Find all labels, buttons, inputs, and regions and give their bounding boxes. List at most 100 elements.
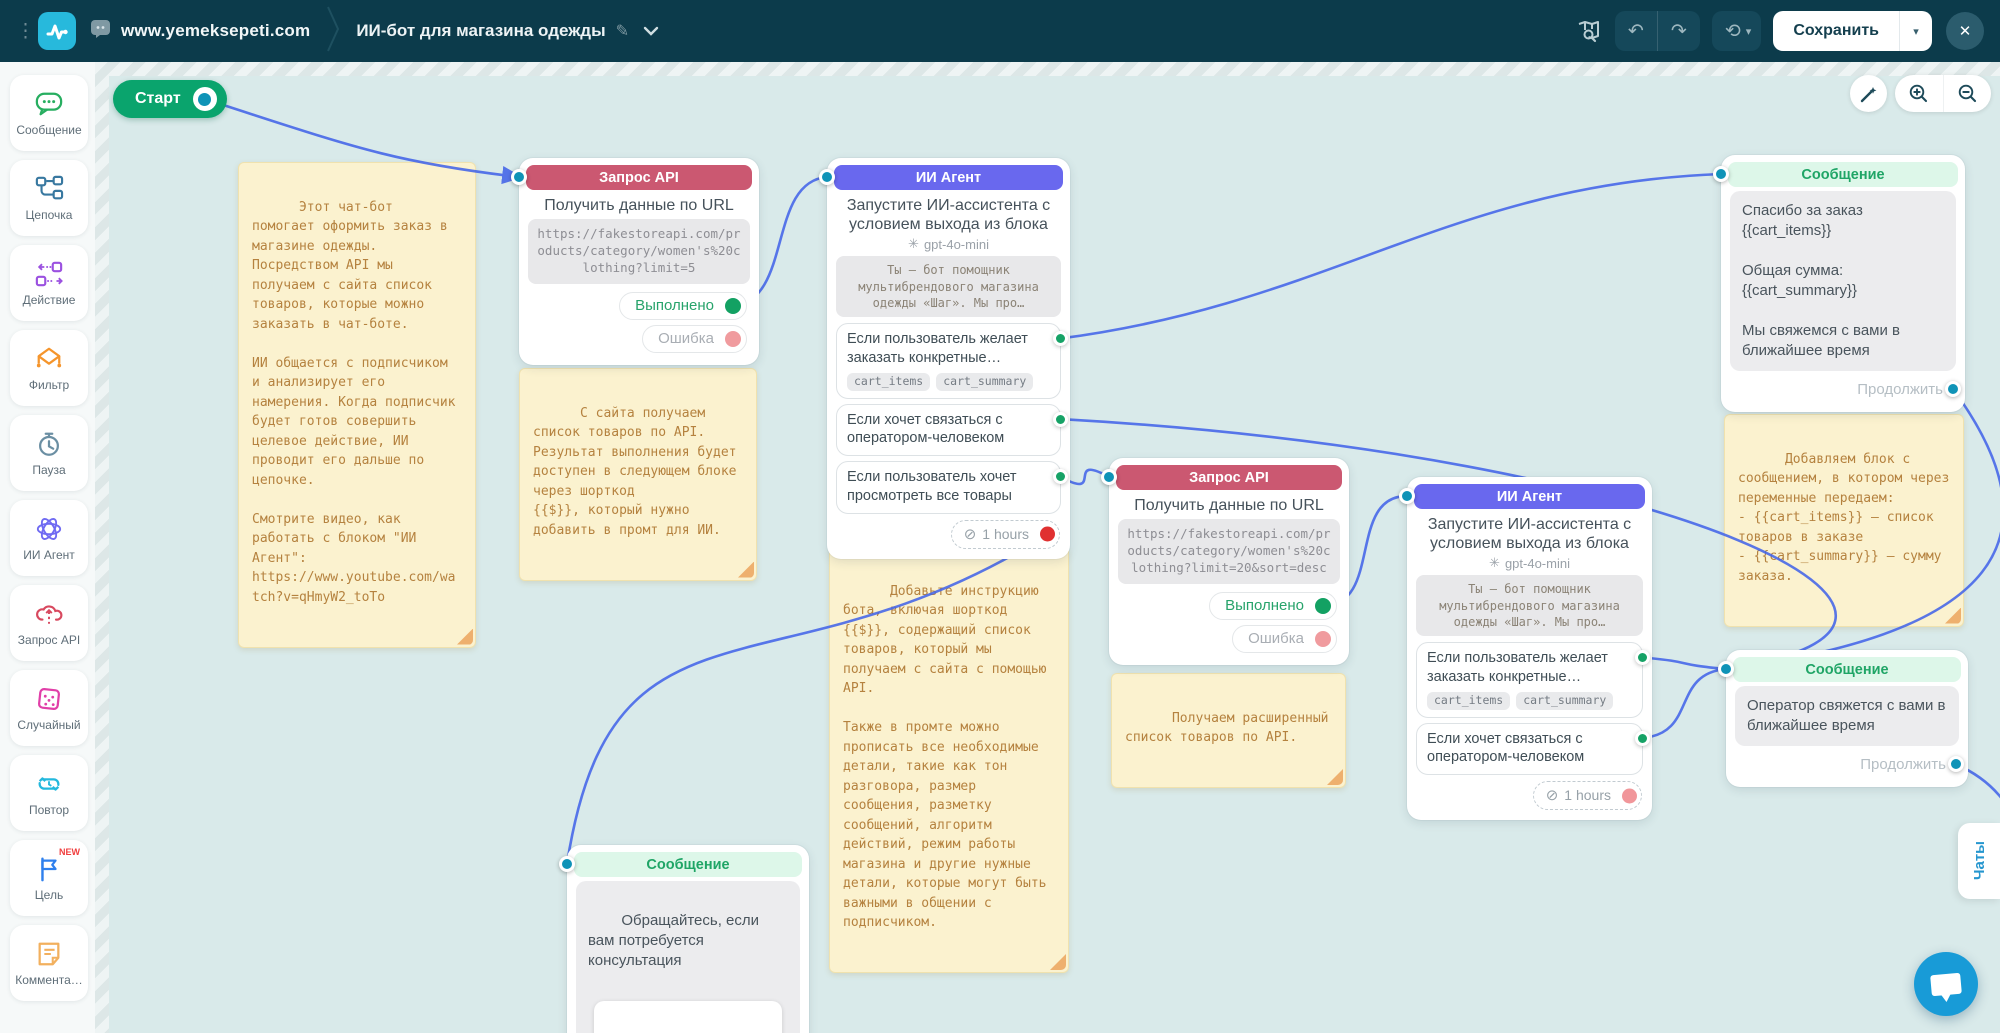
ai-agent-node-2[interactable]: ИИ Агент Запустите ИИ-ассистента с услов… — [1399, 477, 1652, 821]
quick-reply-label: Задать вопрос — [664, 1030, 738, 1033]
condition-port[interactable] — [1053, 469, 1068, 485]
condition-port[interactable] — [1053, 330, 1068, 346]
input-port[interactable] — [819, 169, 835, 185]
message-body: Обращайтесь, если вам потребуется консул… — [588, 911, 764, 969]
note-intro[interactable]: Этот чат-бот помогает оформить заказ в м… — [238, 162, 476, 648]
timeout-row[interactable]: ⊘ 1 hours — [950, 519, 1060, 549]
filter-icon — [36, 347, 62, 367]
title-dropdown-icon[interactable] — [643, 26, 659, 36]
topbar: ⋮ www.yemeksepeti.com ИИ-бот для магазин… — [0, 0, 2000, 62]
condition-port[interactable] — [1635, 730, 1650, 746]
sidebar-item-message[interactable]: Сообщение — [10, 75, 88, 151]
breadcrumb-site: www.yemeksepeti.com — [121, 21, 311, 40]
app-logo[interactable] — [38, 12, 76, 50]
support-chat-button[interactable] — [1914, 952, 1978, 1016]
condition-row[interactable]: Если хочет связаться с оператором-челове… — [836, 403, 1068, 457]
undo-icon: ↶ — [1627, 20, 1644, 42]
message-node-consult[interactable]: Сообщение Обращайтесь, если вам потребуе… — [559, 845, 809, 1033]
note-message-vars[interactable]: Добавляем блок с сообщением, в котором ч… — [1724, 414, 1964, 627]
success-port[interactable] — [1315, 597, 1331, 614]
zoom-in-button[interactable] — [1895, 75, 1944, 112]
flow-builder-app: ⋮ www.yemeksepeti.com ИИ-бот для магазин… — [0, 0, 2000, 1033]
timeout-port[interactable] — [1040, 526, 1055, 542]
canvas-top-margin — [95, 62, 2000, 76]
pause-icon — [39, 432, 59, 456]
node-header: Сообщение — [559, 852, 802, 877]
api-request-node-1[interactable]: Запрос API Получить данные по URL https:… — [511, 158, 759, 365]
success-port[interactable] — [725, 297, 741, 314]
condition-port[interactable] — [1053, 411, 1068, 427]
continue-port[interactable] — [1948, 756, 1964, 773]
error-port[interactable] — [725, 330, 741, 347]
edit-title-icon[interactable]: ✎ — [616, 21, 629, 41]
kebab-menu-icon[interactable]: ⋮ — [16, 20, 35, 43]
sidebar-item-goal[interactable]: NEW Цель — [10, 840, 88, 916]
note-prompt-tips[interactable]: Добавьте инструкцию бота, включая шортко… — [829, 546, 1069, 973]
sidebar-item-random[interactable]: Случайный — [10, 670, 88, 746]
note-text: Этот чат-бот помогает оформить заказ в м… — [252, 199, 456, 605]
save-button[interactable]: Сохранить — [1773, 22, 1899, 40]
api-request-node-2[interactable]: Запрос API Получить данные по URL https:… — [1101, 458, 1349, 665]
timeout-row[interactable]: ⊘ 1 hours — [1532, 781, 1642, 811]
input-port[interactable] — [1399, 488, 1415, 504]
input-port[interactable] — [1718, 661, 1734, 677]
error-row: Ошибка — [1232, 624, 1337, 653]
chats-tab[interactable]: Чаты — [1958, 823, 2000, 899]
sidebar-item-action[interactable]: Действие — [10, 245, 88, 321]
zoom-out-button[interactable] — [1944, 75, 1992, 112]
start-node[interactable]: Старт — [113, 80, 227, 118]
model-name: gpt-4o-mini — [923, 236, 989, 252]
sidebar-item-filter[interactable]: Фильтр — [10, 330, 88, 406]
node-header: Запрос API — [511, 165, 752, 190]
repeat-icon — [38, 776, 60, 791]
ai-agent-icon — [36, 517, 62, 540]
sidebar-item-ai-agent[interactable]: ИИ Агент — [10, 500, 88, 576]
sidebar-item-chain[interactable]: Цепочка — [10, 160, 88, 236]
message-node-operator[interactable]: Сообщение Оператор свяжется с вами в бли… — [1718, 650, 1968, 787]
message-icon — [35, 92, 63, 115]
condition-label: Если хочет связаться с оператором-челове… — [1427, 730, 1585, 766]
error-port[interactable] — [1315, 630, 1331, 647]
openai-icon: ✳ — [908, 236, 919, 252]
prompt-preview: Ты — бот помощник мультибрендового магаз… — [1416, 575, 1643, 636]
condition-row[interactable]: Если хочет связаться с оператором-челове… — [1416, 722, 1650, 776]
zoom-in-icon — [1909, 84, 1928, 103]
note-text: С сайта получаем список товаров по API. … — [533, 405, 737, 538]
api-request-icon — [36, 604, 63, 624]
history-caret-icon[interactable]: ▾ — [1746, 25, 1762, 38]
sidebar-item-comment[interactable]: Коммента… — [10, 925, 88, 1001]
sidebar-item-api-request[interactable]: Запрос API — [10, 585, 88, 661]
condition-port[interactable] — [1635, 649, 1650, 665]
sidebar-item-pause[interactable]: Пауза — [10, 415, 88, 491]
continue-port[interactable] — [1945, 381, 1961, 397]
auto-arrange-button[interactable] — [1850, 75, 1887, 112]
continue-label: Продолжить — [1860, 755, 1946, 773]
undo-button[interactable]: ↶ — [1615, 11, 1657, 51]
condition-row[interactable]: Если пользователь хочет просмотреть все … — [836, 461, 1068, 514]
note-api-result[interactable]: С сайта получаем список товаров по API. … — [519, 368, 757, 581]
condition-row[interactable]: Если пользователь желает заказать конкре… — [1416, 641, 1650, 718]
sidebar-item-repeat[interactable]: Повтор — [10, 755, 88, 831]
breadcrumb-separator — [326, 5, 340, 58]
continue-row: Продолжить — [1742, 752, 1964, 777]
minimap-icon[interactable] — [1576, 19, 1601, 43]
input-port[interactable] — [1713, 166, 1729, 182]
ai-agent-node-1[interactable]: ИИ Агент Запустите ИИ-ассистента с услов… — [819, 158, 1070, 559]
timeout-port[interactable] — [1622, 788, 1637, 804]
redo-button[interactable]: ↷ — [1658, 11, 1700, 51]
save-caret-icon[interactable]: ▾ — [1900, 25, 1932, 38]
random-icon — [37, 687, 61, 710]
node-header-label: Сообщение — [1805, 661, 1889, 678]
input-port[interactable] — [511, 169, 527, 185]
condition-row[interactable]: Если пользователь желает заказать конкре… — [836, 322, 1068, 399]
flow-canvas[interactable]: Старт Этот чат-бот помогает оформить зак… — [95, 62, 2000, 1033]
note-extended-list[interactable]: Получаем расширенный список товаров по A… — [1111, 673, 1346, 788]
message-node-thanks[interactable]: Сообщение Спасибо за заказ {{cart_items}… — [1713, 155, 1965, 412]
input-port[interactable] — [559, 856, 575, 872]
redo-icon: ↷ — [1670, 20, 1687, 42]
input-port[interactable] — [1101, 469, 1117, 485]
quick-reply-button[interactable]: Задать вопрос — [594, 1000, 782, 1033]
start-output-port[interactable] — [192, 87, 217, 111]
close-button[interactable]: ✕ — [1946, 12, 1984, 50]
openai-icon: ✳ — [1489, 555, 1500, 571]
